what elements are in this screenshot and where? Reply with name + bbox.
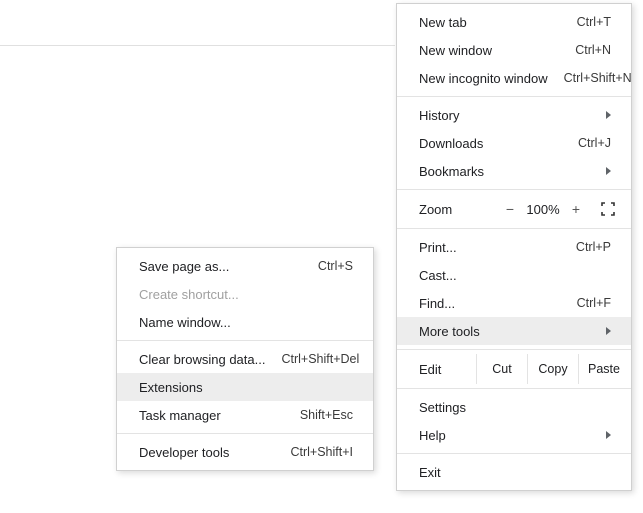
menu-label: Downloads xyxy=(419,136,562,151)
menu-shortcut: Ctrl+J xyxy=(578,136,611,150)
content-divider xyxy=(0,45,395,46)
zoom-label: Zoom xyxy=(419,202,497,217)
menu-item-save-page-as[interactable]: Save page as... Ctrl+S xyxy=(117,252,373,280)
cut-button[interactable]: Cut xyxy=(476,354,527,384)
fullscreen-button[interactable] xyxy=(595,200,621,218)
menu-shortcut: Shift+Esc xyxy=(300,408,353,422)
menu-item-task-manager[interactable]: Task manager Shift+Esc xyxy=(117,401,373,429)
menu-item-settings[interactable]: Settings xyxy=(397,393,631,421)
menu-label: New window xyxy=(419,43,559,58)
menu-shortcut: Ctrl+S xyxy=(318,259,353,273)
menu-item-bookmarks[interactable]: Bookmarks xyxy=(397,157,631,185)
menu-item-new-incognito[interactable]: New incognito window Ctrl+Shift+N xyxy=(397,64,631,92)
menu-item-history[interactable]: History xyxy=(397,101,631,129)
copy-button[interactable]: Copy xyxy=(527,354,578,384)
menu-label: Extensions xyxy=(139,380,353,395)
menu-item-extensions[interactable]: Extensions xyxy=(117,373,373,401)
menu-separator xyxy=(397,189,631,190)
menu-separator xyxy=(397,228,631,229)
menu-label: Cast... xyxy=(419,268,611,283)
menu-item-new-window[interactable]: New window Ctrl+N xyxy=(397,36,631,64)
menu-label: New tab xyxy=(419,15,561,30)
menu-shortcut: Ctrl+N xyxy=(575,43,611,57)
menu-label: Bookmarks xyxy=(419,164,598,179)
submenu-arrow-icon xyxy=(606,167,611,175)
menu-label: Exit xyxy=(419,465,611,480)
edit-label: Edit xyxy=(419,362,476,377)
menu-item-downloads[interactable]: Downloads Ctrl+J xyxy=(397,129,631,157)
menu-label: History xyxy=(419,108,598,123)
menu-separator xyxy=(117,433,373,434)
menu-separator xyxy=(397,349,631,350)
menu-shortcut: Ctrl+Shift+I xyxy=(290,445,353,459)
menu-item-create-shortcut[interactable]: Create shortcut... xyxy=(117,280,373,308)
menu-label: Clear browsing data... xyxy=(139,352,265,367)
menu-item-developer-tools[interactable]: Developer tools Ctrl+Shift+I xyxy=(117,438,373,466)
menu-separator xyxy=(397,453,631,454)
menu-item-name-window[interactable]: Name window... xyxy=(117,308,373,336)
submenu-arrow-icon xyxy=(606,431,611,439)
menu-shortcut: Ctrl+F xyxy=(577,296,611,310)
menu-label: Find... xyxy=(419,296,561,311)
menu-item-help[interactable]: Help xyxy=(397,421,631,449)
menu-item-print[interactable]: Print... Ctrl+P xyxy=(397,233,631,261)
menu-shortcut: Ctrl+Shift+N xyxy=(564,71,632,85)
paste-button[interactable]: Paste xyxy=(578,354,629,384)
zoom-level: 100% xyxy=(523,202,563,217)
zoom-in-button[interactable]: + xyxy=(563,201,589,217)
fullscreen-icon xyxy=(601,202,615,216)
zoom-controls: − 100% + xyxy=(497,200,621,218)
menu-label: Create shortcut... xyxy=(139,287,353,302)
menu-item-new-tab[interactable]: New tab Ctrl+T xyxy=(397,8,631,36)
submenu-arrow-icon xyxy=(606,111,611,119)
more-tools-submenu: Save page as... Ctrl+S Create shortcut..… xyxy=(116,247,374,471)
menu-item-clear-browsing-data[interactable]: Clear browsing data... Ctrl+Shift+Del xyxy=(117,345,373,373)
menu-shortcut: Ctrl+P xyxy=(576,240,611,254)
menu-shortcut: Ctrl+T xyxy=(577,15,611,29)
menu-item-find[interactable]: Find... Ctrl+F xyxy=(397,289,631,317)
menu-label: Help xyxy=(419,428,598,443)
page-canvas: New tab Ctrl+T New window Ctrl+N New inc… xyxy=(0,0,643,513)
menu-label: New incognito window xyxy=(419,71,548,86)
menu-label: More tools xyxy=(419,324,598,339)
menu-separator xyxy=(397,96,631,97)
menu-shortcut: Ctrl+Shift+Del xyxy=(281,352,359,366)
menu-label: Save page as... xyxy=(139,259,302,274)
menu-label: Developer tools xyxy=(139,445,274,460)
menu-label: Name window... xyxy=(139,315,353,330)
chrome-main-menu: New tab Ctrl+T New window Ctrl+N New inc… xyxy=(396,3,632,491)
menu-label: Settings xyxy=(419,400,611,415)
menu-item-exit[interactable]: Exit xyxy=(397,458,631,486)
menu-item-cast[interactable]: Cast... xyxy=(397,261,631,289)
menu-item-more-tools[interactable]: More tools xyxy=(397,317,631,345)
menu-item-edit: Edit Cut Copy Paste xyxy=(397,354,631,384)
menu-separator xyxy=(397,388,631,389)
menu-separator xyxy=(117,340,373,341)
submenu-arrow-icon xyxy=(606,327,611,335)
menu-label: Task manager xyxy=(139,408,284,423)
zoom-out-button[interactable]: − xyxy=(497,201,523,217)
menu-label: Print... xyxy=(419,240,560,255)
menu-item-zoom: Zoom − 100% + xyxy=(397,194,631,224)
